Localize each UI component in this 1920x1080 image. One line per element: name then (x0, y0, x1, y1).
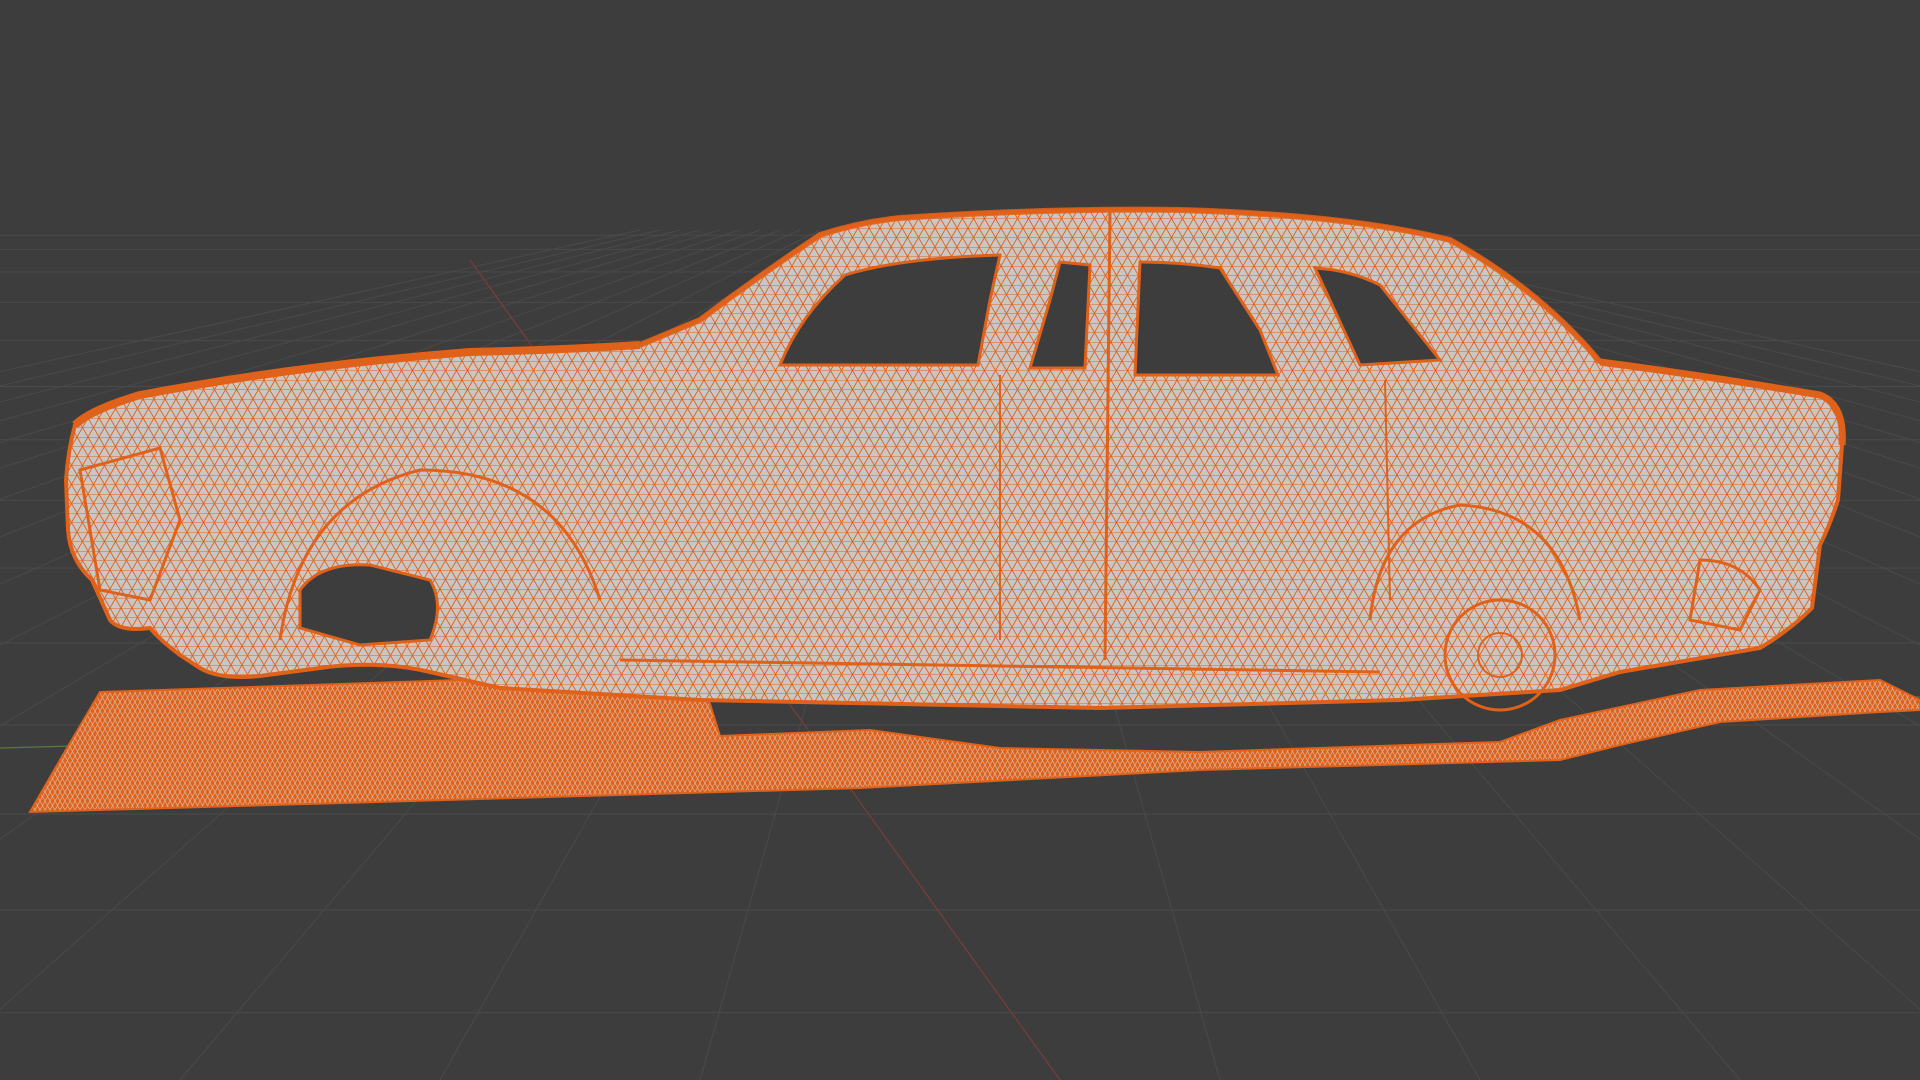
viewport-canvas[interactable] (0, 0, 1920, 1080)
3d-viewport[interactable] (0, 0, 1920, 1080)
front-wheel-arch-hole (298, 563, 439, 647)
